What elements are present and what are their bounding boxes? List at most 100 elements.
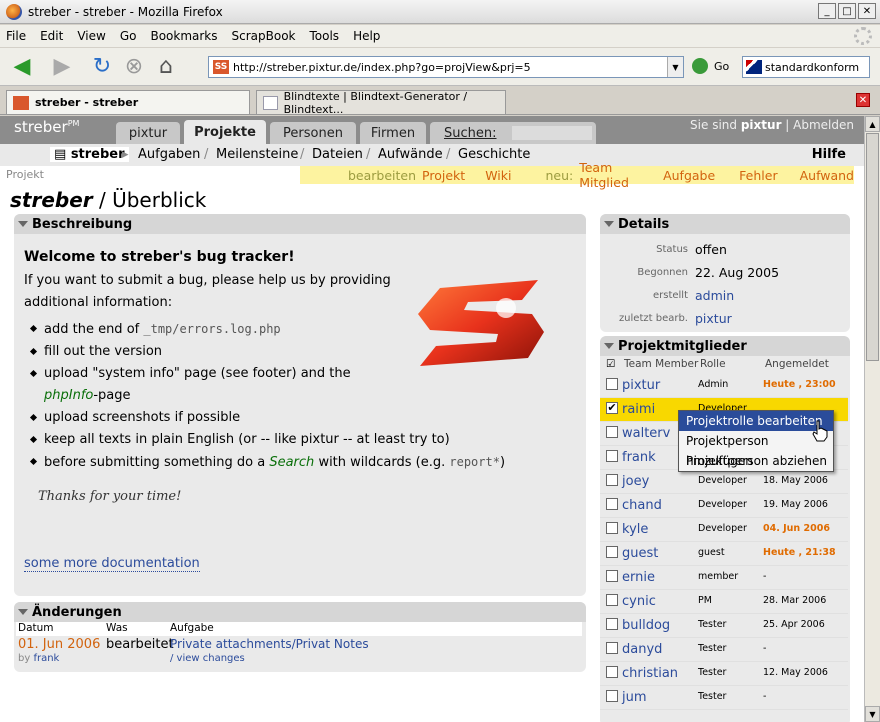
member-name-link[interactable]: guest [622, 546, 658, 561]
modified-by-link[interactable]: pixtur [695, 311, 732, 326]
changes-heading[interactable]: Änderungen [14, 602, 586, 622]
member-row[interactable]: danyd Tester - [600, 638, 848, 662]
member-row[interactable]: ernie member - [600, 566, 848, 590]
subnav-meilensteine[interactable]: Meilensteine [216, 147, 298, 162]
forward-icon[interactable]: ▶ [48, 53, 76, 81]
menu-item-edit-role[interactable]: Projektrolle bearbeiten [679, 411, 833, 431]
member-checkbox[interactable] [606, 642, 618, 654]
col-rolle[interactable]: Rolle [700, 358, 726, 370]
minimize-button[interactable]: _ [818, 3, 836, 19]
subnav-aufgaben[interactable]: Aufgaben [138, 147, 200, 162]
member-row[interactable]: christian Tester 12. May 2006 [600, 662, 848, 686]
logout-link[interactable]: Abmelden [793, 118, 854, 132]
member-name-link[interactable]: jum [622, 690, 647, 705]
new-team-member-link[interactable]: Team Mitglied [579, 160, 641, 190]
menu-scrapbook[interactable]: ScrapBook [232, 29, 296, 43]
member-name-link[interactable]: raimi [622, 402, 655, 417]
member-checkbox[interactable] [606, 690, 618, 702]
tab-firmen[interactable]: Firmen [360, 122, 426, 144]
tab-streber[interactable]: streber - streber [6, 90, 250, 114]
stop-icon[interactable]: ⊗ [120, 53, 148, 81]
member-checkbox[interactable] [606, 522, 618, 534]
description-heading[interactable]: Beschreibung [14, 214, 586, 234]
tab-blindtexte[interactable]: Blindtexte | Blindtext-Generator / Blind… [256, 90, 506, 116]
member-row[interactable]: jum Tester - [600, 686, 848, 710]
current-user[interactable]: pixtur [741, 118, 782, 132]
member-row[interactable]: joey Developer 18. May 2006 [600, 470, 848, 494]
member-checkbox[interactable] [606, 594, 618, 606]
tab-personen[interactable]: Personen [270, 122, 356, 144]
member-row[interactable]: cynic PM 28. Mar 2006 [600, 590, 848, 614]
member-checkbox[interactable] [606, 666, 618, 678]
member-name-link[interactable]: walterv [622, 426, 670, 441]
col-team-member[interactable]: Team Member [624, 358, 698, 370]
member-row[interactable]: guest guest Heute , 21:38 [600, 542, 848, 566]
scroll-thumb[interactable] [866, 133, 879, 361]
new-effort-link[interactable]: Aufwand [800, 168, 854, 183]
menu-view[interactable]: View [77, 29, 105, 43]
menu-item-add-person[interactable]: Projektperson hinzufügen [679, 431, 833, 468]
vertical-scrollbar[interactable]: ▲ ▼ [864, 116, 880, 722]
member-name-link[interactable]: danyd [622, 642, 662, 657]
member-name-link[interactable]: bulldog [622, 618, 670, 633]
member-name-link[interactable]: ernie [622, 570, 655, 585]
maximize-button[interactable]: □ [838, 3, 856, 19]
menu-tools[interactable]: Tools [310, 29, 340, 43]
member-name-link[interactable]: joey [622, 474, 649, 489]
tab-projekte[interactable]: Projekte [184, 120, 266, 144]
documentation-link[interactable]: some more documentation [24, 556, 200, 572]
member-checkbox[interactable] [606, 570, 618, 582]
new-bug-link[interactable]: Fehler [739, 168, 777, 183]
app-logo[interactable]: streberPM [14, 118, 79, 136]
member-checkbox[interactable]: ✔ [606, 402, 618, 414]
col-angemeldet[interactable]: Angemeldet [765, 358, 829, 370]
member-name-link[interactable]: cynic [622, 594, 656, 609]
go-button[interactable]: Go [692, 58, 729, 74]
member-name-link[interactable]: chand [622, 498, 662, 513]
menu-file[interactable]: File [6, 29, 26, 43]
member-name-link[interactable]: kyle [622, 522, 648, 537]
back-icon[interactable]: ◀ [8, 53, 36, 81]
url-dropdown-icon[interactable]: ▼ [667, 57, 683, 77]
help-link[interactable]: Hilfe [812, 147, 846, 162]
scroll-up-icon[interactable]: ▲ [865, 116, 880, 132]
view-changes-link[interactable]: / view changes [170, 653, 245, 664]
members-heading[interactable]: Projektmitglieder [600, 336, 850, 356]
subnav-aufwaende[interactable]: Aufwände [378, 147, 443, 162]
member-row[interactable]: kyle Developer 04. Jun 2006 [600, 518, 848, 542]
member-checkbox[interactable] [606, 450, 618, 462]
member-row[interactable]: bulldog Tester 25. Apr 2006 [600, 614, 848, 638]
header-search-input[interactable] [512, 126, 592, 140]
subnav-dateien[interactable]: Dateien [312, 147, 363, 162]
close-window-button[interactable]: ✕ [858, 3, 876, 19]
home-icon[interactable]: ⌂ [152, 53, 180, 81]
author-link[interactable]: frank [33, 653, 59, 664]
edit-project-link[interactable]: Projekt [422, 168, 465, 183]
menu-go[interactable]: Go [120, 29, 137, 43]
member-row[interactable]: chand Developer 19. May 2006 [600, 494, 848, 518]
member-name-link[interactable]: frank [622, 450, 656, 465]
reload-icon[interactable]: ↻ [88, 53, 116, 81]
subnav-geschichte[interactable]: Geschichte [458, 147, 530, 162]
menu-item-remove-person[interactable]: Projektperson abziehen [679, 451, 833, 471]
details-heading[interactable]: Details [600, 214, 850, 234]
member-row[interactable]: pixtur Admin Heute , 23:00 [600, 374, 848, 398]
member-checkbox[interactable] [606, 474, 618, 486]
menu-edit[interactable]: Edit [40, 29, 63, 43]
member-name-link[interactable]: pixtur [622, 378, 660, 393]
change-task-link[interactable]: Private attachments/Privat Notes [170, 637, 369, 651]
phpinfo-link[interactable]: phpInfo [44, 388, 93, 403]
member-checkbox[interactable] [606, 378, 618, 390]
menu-bookmarks[interactable]: Bookmarks [150, 29, 217, 43]
search-link[interactable]: Search [269, 455, 314, 470]
scroll-down-icon[interactable]: ▼ [865, 706, 880, 722]
member-checkbox[interactable] [606, 618, 618, 630]
menu-help[interactable]: Help [353, 29, 380, 43]
search-engine-box[interactable]: standardkonform [742, 56, 870, 78]
close-tab-icon[interactable]: ✕ [856, 93, 870, 107]
member-checkbox[interactable] [606, 546, 618, 558]
member-checkbox[interactable] [606, 498, 618, 510]
select-all-icon[interactable]: ☑ [606, 358, 615, 370]
subnav-home[interactable]: ▤ streber [50, 147, 129, 162]
tab-pixtur[interactable]: pixtur [116, 122, 180, 144]
